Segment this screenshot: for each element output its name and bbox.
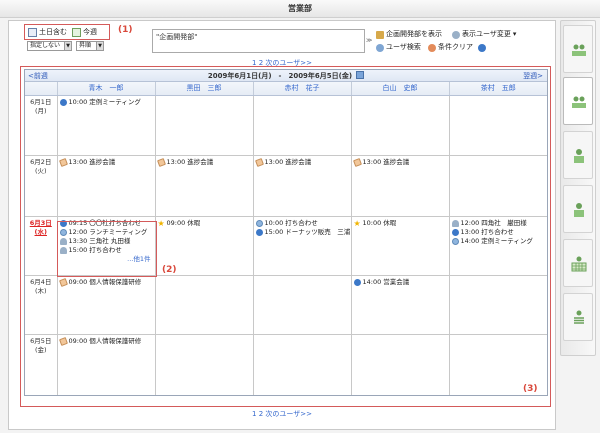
- annotation-label-3: (3): [523, 384, 538, 394]
- help-icon[interactable]: [478, 43, 486, 52]
- filter-select[interactable]: 指定しない ▼: [27, 41, 72, 51]
- show-dept-button[interactable]: 企画開発部を表示: [376, 29, 442, 40]
- window-title: 営業部: [0, 0, 600, 18]
- clear-conditions-button[interactable]: 条件クリア: [428, 42, 486, 53]
- chevron-down-icon: ▼: [64, 42, 71, 50]
- change-user-button[interactable]: 表示ユーザ変更 ▾: [452, 29, 516, 40]
- search-text-area[interactable]: "企画開発部": [152, 29, 365, 53]
- change-user-label: 表示ユーザ変更: [462, 30, 511, 38]
- weekend-label: 土日含む: [39, 28, 67, 36]
- personal-week-view-button[interactable]: [563, 185, 593, 233]
- this-week-label: 今週: [83, 28, 97, 36]
- filter-select-value: 指定しない: [30, 42, 61, 49]
- personal-day-view-button[interactable]: [563, 131, 593, 179]
- dept-icon: [376, 30, 384, 39]
- month-view-button[interactable]: [563, 239, 593, 287]
- show-dept-label: 企画開発部を表示: [386, 30, 442, 38]
- group-day-view-button[interactable]: [563, 77, 593, 125]
- chevron-down-icon: ▼: [96, 42, 103, 50]
- person-icon: [452, 30, 460, 39]
- pager-next-link[interactable]: 次のユーザ>>: [265, 410, 312, 418]
- user-search-button[interactable]: ユーザ検索: [376, 42, 421, 53]
- calendar-icon: [571, 256, 587, 272]
- pager-bottom: 1 2 次のユーザ>>: [8, 409, 556, 419]
- search-toggle-icon[interactable]: ≫: [366, 37, 372, 44]
- sort-select[interactable]: 昇順 ▼: [76, 41, 104, 51]
- group-icon: [571, 94, 587, 110]
- weekend-toggle[interactable]: 土日含む: [28, 27, 67, 38]
- calendar-icon: [28, 28, 37, 37]
- person-icon: [571, 202, 587, 218]
- group-week-view-button[interactable]: [563, 25, 593, 73]
- sort-select-value: 昇順: [79, 42, 92, 49]
- chevron-down-icon: ▾: [512, 30, 517, 38]
- group-icon: [571, 42, 587, 58]
- search-text-value: "企画開発部": [156, 33, 198, 41]
- clear-label: 条件クリア: [438, 43, 473, 51]
- clear-icon: [428, 43, 436, 52]
- person-icon: [571, 148, 587, 164]
- list-view-button[interactable]: [563, 293, 593, 341]
- week-icon: [72, 28, 81, 37]
- this-week-button[interactable]: 今週: [72, 27, 97, 38]
- annotation-box-3: [20, 66, 551, 407]
- list-icon: [571, 310, 587, 326]
- view-switcher-sidebar: [560, 20, 596, 356]
- pager-page-2[interactable]: 2: [259, 410, 263, 418]
- annotation-label-1: (1): [118, 25, 133, 35]
- user-search-icon: [376, 43, 384, 52]
- user-search-label: ユーザ検索: [386, 43, 421, 51]
- pager-current: 1: [252, 410, 257, 418]
